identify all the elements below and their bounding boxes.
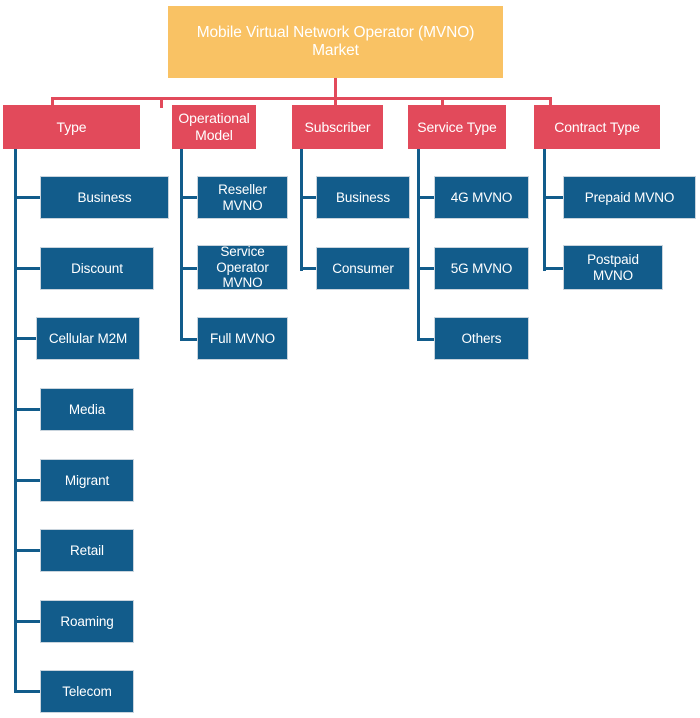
connector-branch-opmodel-1	[180, 196, 198, 199]
leaf-label: Reseller MVNO	[218, 181, 267, 213]
leaf-label: Migrant	[64, 472, 110, 488]
category-label: Type	[56, 118, 87, 135]
leaf-label: 5G MVNO	[450, 260, 513, 276]
category-node-type: Type	[3, 105, 140, 149]
category-node-service-type: Service Type	[408, 105, 506, 149]
leaf-node-contracttype-postpaid-mvno: Postpaid MVNO	[563, 245, 663, 290]
leaf-node-type-roaming: Roaming	[40, 600, 134, 643]
connector-branch-type-4	[14, 408, 41, 411]
leaf-node-type-cellular-m2m: Cellular M2M	[36, 317, 140, 360]
connector-branch-subscriber-2	[300, 267, 317, 270]
connector-root-stem	[334, 78, 337, 99]
leaf-node-subscriber-business: Business	[316, 176, 410, 219]
leaf-label: Cellular M2M	[48, 330, 128, 346]
leaf-node-type-telecom: Telecom	[40, 670, 134, 713]
root-node-label: Mobile Virtual Network Operator (MVNO) M…	[196, 23, 475, 59]
leaf-label: Others	[461, 330, 502, 346]
leaf-node-servicetype-4g-mvno: 4G MVNO	[434, 176, 529, 219]
connector-branch-type-6	[14, 549, 41, 552]
leaf-node-opmodel-reseller-mvno: Reseller MVNO	[197, 176, 288, 219]
connector-branch-type-2	[14, 267, 41, 270]
category-label: Subscriber	[304, 118, 371, 135]
leaf-label: Retail	[70, 542, 104, 558]
leaf-label: Media	[68, 401, 106, 417]
leaf-label: Full MVNO	[209, 330, 276, 346]
connector-branch-contracttype-2	[543, 267, 564, 270]
leaf-node-servicetype-5g-mvno: 5G MVNO	[434, 247, 529, 290]
connector-spine-contract-type	[543, 149, 546, 271]
leaf-label: Telecom	[62, 683, 112, 699]
leaf-label: Business	[336, 189, 390, 205]
leaf-node-type-business: Business	[40, 176, 169, 219]
leaf-label: Business	[77, 189, 132, 205]
leaf-label: Roaming	[60, 613, 114, 629]
connector-spine-operational-model	[180, 149, 183, 341]
root-node-mvno-market: Mobile Virtual Network Operator (MVNO) M…	[168, 6, 503, 78]
leaf-node-type-migrant: Migrant	[40, 459, 134, 502]
leaf-label: Service Operator MVNO	[216, 243, 269, 291]
connector-spine-service-type	[417, 149, 420, 341]
leaf-node-servicetype-others: Others	[434, 317, 529, 360]
leaf-label: 4G MVNO	[450, 189, 513, 205]
category-node-operational-model: Operational Model	[172, 105, 256, 149]
mvno-market-segmentation-diagram: Mobile Virtual Network Operator (MVNO) M…	[0, 0, 700, 718]
connector-spine-subscriber	[300, 149, 303, 271]
leaf-node-type-media: Media	[40, 388, 134, 431]
connector-branch-contracttype-1	[543, 196, 564, 199]
connector-root-drop-2	[160, 97, 163, 108]
category-node-subscriber: Subscriber	[292, 105, 383, 149]
leaf-node-subscriber-consumer: Consumer	[316, 247, 410, 290]
leaf-label: Prepaid MVNO	[584, 189, 675, 205]
leaf-label: Discount	[71, 260, 123, 276]
leaf-label: Postpaid MVNO	[587, 251, 639, 283]
leaf-node-opmodel-full-mvno: Full MVNO	[197, 317, 288, 360]
connector-root-bus	[51, 97, 552, 100]
connector-branch-opmodel-3	[180, 338, 198, 341]
connector-branch-servicetype-2	[417, 267, 435, 270]
connector-branch-servicetype-1	[417, 196, 435, 199]
leaf-node-contracttype-prepaid-mvno: Prepaid MVNO	[563, 176, 696, 219]
connector-branch-opmodel-2	[180, 267, 198, 270]
connector-branch-type-5	[14, 479, 41, 482]
leaf-node-opmodel-service-operator-mvno: Service Operator MVNO	[197, 243, 288, 291]
category-label: Operational Model	[178, 110, 250, 143]
connector-branch-type-7	[14, 620, 41, 623]
category-label: Contract Type	[554, 118, 640, 135]
category-node-contract-type: Contract Type	[534, 105, 660, 149]
leaf-node-type-retail: Retail	[40, 529, 134, 572]
leaf-label: Consumer	[332, 260, 394, 276]
connector-spine-type	[14, 149, 17, 692]
category-label: Service Type	[417, 118, 497, 135]
connector-branch-servicetype-3	[417, 338, 435, 341]
connector-branch-subscriber-1	[300, 196, 317, 199]
connector-branch-type-8	[14, 690, 41, 693]
connector-branch-type-1	[14, 196, 41, 199]
leaf-node-type-discount: Discount	[40, 247, 154, 290]
